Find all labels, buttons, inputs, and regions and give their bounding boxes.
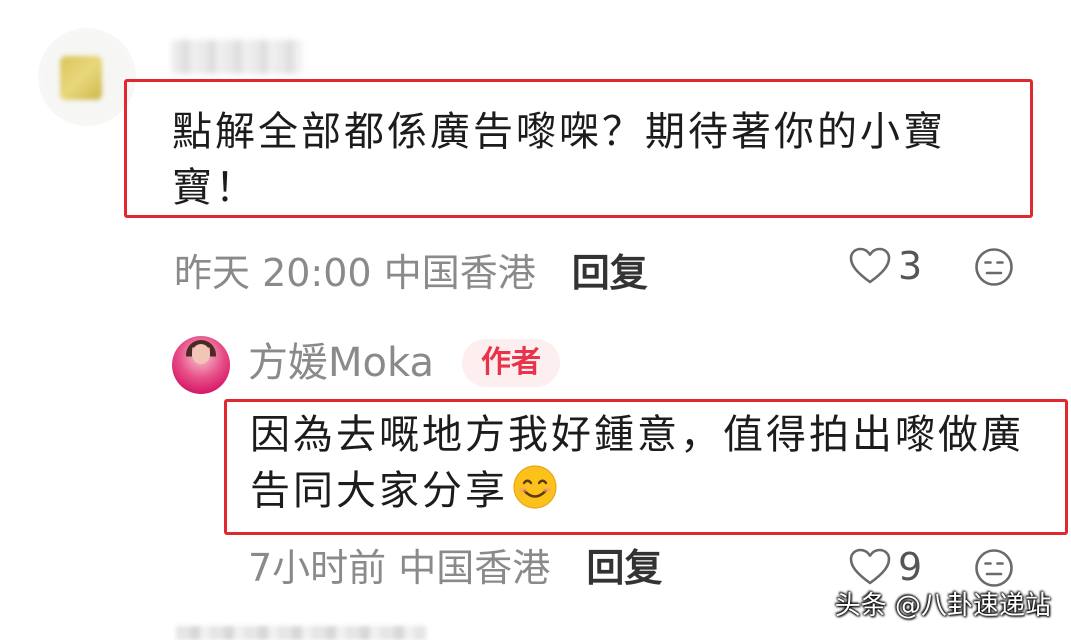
neutral-face-icon[interactable] [974,247,1014,287]
like-button[interactable]: 3 [848,244,922,288]
reply-meta: 7小时前 中国香港 回复 [248,545,662,591]
reply-button[interactable]: 回复 [572,251,648,295]
smiling-face-emoji [513,465,557,509]
avatar-blur-content [60,56,102,100]
reply-text-content: 因為去嘅地方我好鍾意，值得拍出嚟做廣告同大家分享 [250,412,1024,514]
comment-text: 點解全部都係廣告嚟㗎？期待著你的小寶寶！ [172,109,946,211]
comment-thread: 點解全部都係廣告嚟㗎？期待著你的小寶寶！ 昨天 20:00 中国香港 回复 3 … [0,0,1071,640]
reply-button[interactable]: 回复 [586,546,662,590]
like-count: 3 [898,244,923,288]
username-blurred[interactable] [172,40,302,74]
comment-location: 中国香港 [383,251,536,295]
avatar-blurred[interactable] [38,28,136,126]
author-badge: 作者 [462,339,560,387]
next-comment-blurred [176,626,426,640]
reply-time: 7小时前 [248,546,387,590]
heart-icon [849,247,891,284]
like-count: 9 [898,545,923,589]
like-button[interactable]: 9 [848,545,922,589]
author-avatar[interactable] [172,336,230,394]
avatar-face [192,344,210,364]
comment-time: 昨天 20:00 [174,251,372,295]
neutral-face-icon[interactable] [974,548,1014,588]
watermark: 头条 @八卦速递站 [834,591,1051,621]
author-name[interactable]: 方媛Moka [248,338,434,388]
reply-location: 中国香港 [398,546,551,590]
comment-meta: 昨天 20:00 中国香港 回复 [174,250,648,296]
reply-text: 因為去嘅地方我好鍾意，值得拍出嚟做廣告同大家分享 [250,407,1050,519]
heart-icon [849,548,891,585]
